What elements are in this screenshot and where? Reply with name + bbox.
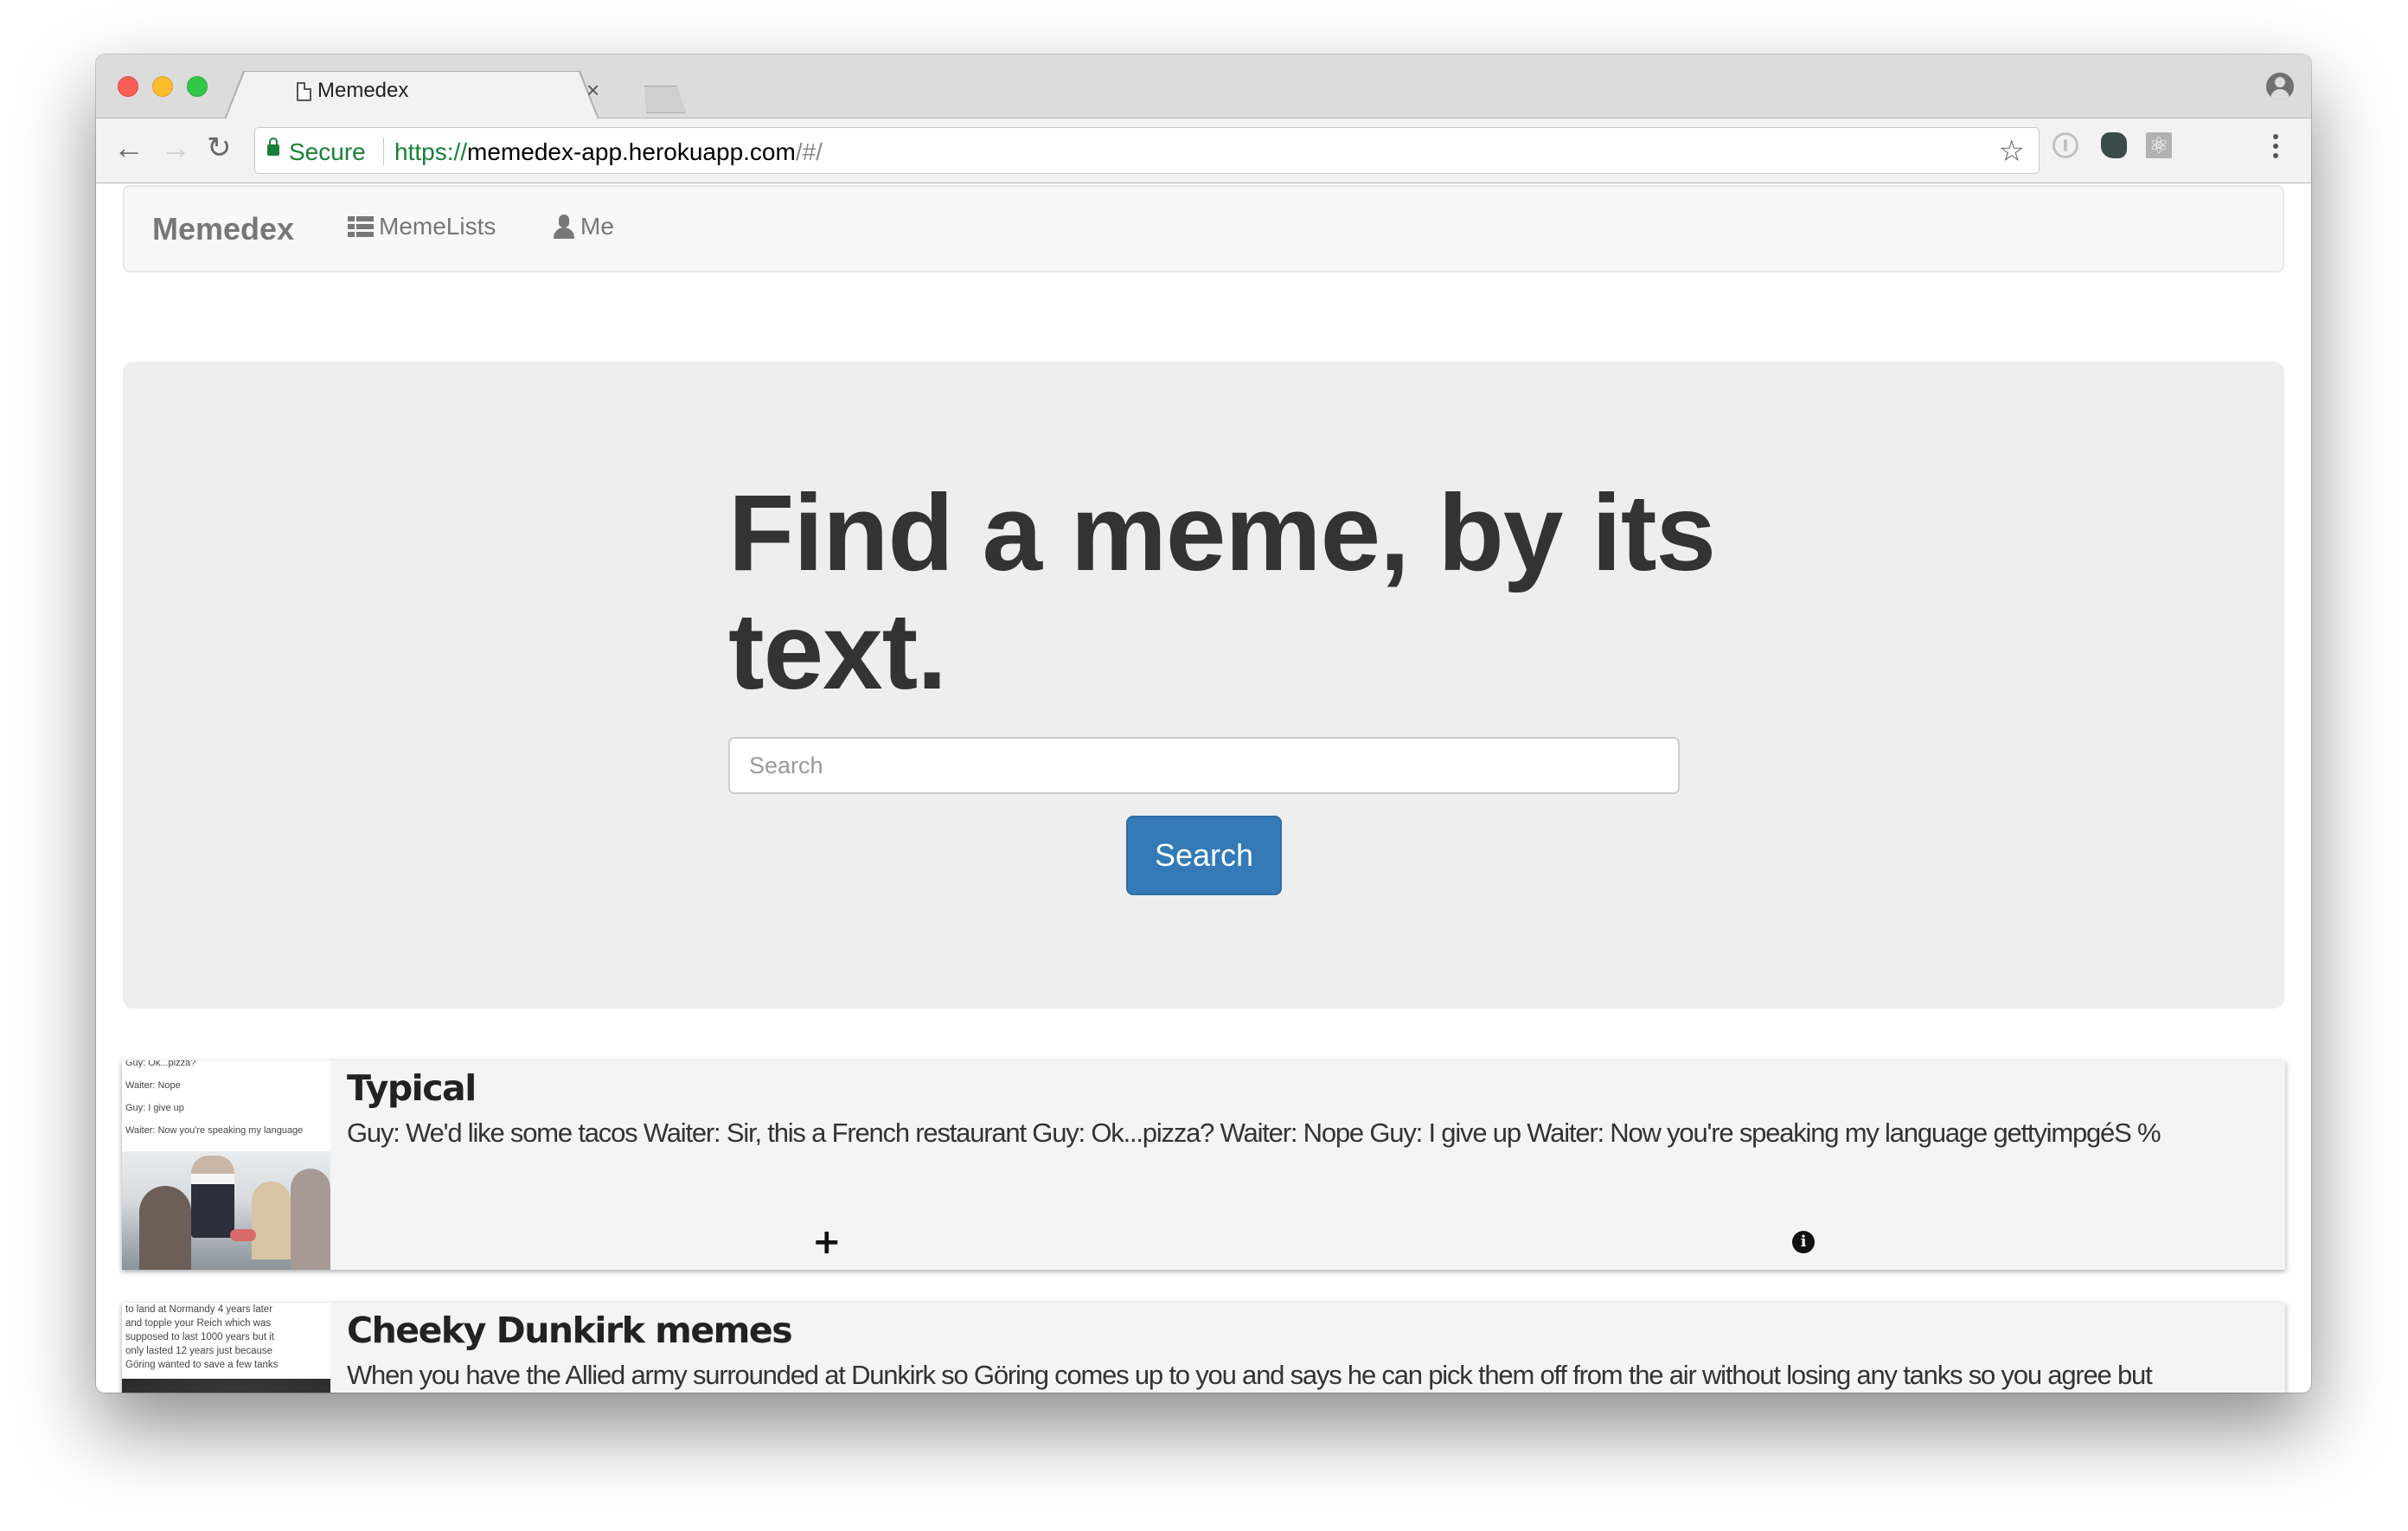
user-icon (553, 215, 575, 239)
1password-extension-icon[interactable] (2053, 132, 2078, 158)
page-content: Memedex MemeLists Me Find a meme, by its… (96, 183, 2311, 1393)
app-navbar: Memedex MemeLists Me (123, 185, 2284, 272)
card-title: Typical (347, 1067, 477, 1109)
card-body: Typical Guy: We'd like some tacos Waiter… (347, 1064, 2199, 1154)
close-window-button[interactable] (118, 76, 138, 97)
hero-jumbotron: Find a meme, by its text. Search (123, 362, 2284, 1009)
reload-icon[interactable]: ↻ (207, 131, 232, 165)
card-text: When you have the Allied army surrounded… (347, 1360, 2153, 1390)
address-bar[interactable]: Secure https://memedex-app.herokuapp.com… (254, 127, 2040, 174)
thumb-caption-line: to land at Normandy 4 years later (125, 1304, 273, 1315)
bookmark-star-icon[interactable]: ☆ (1999, 134, 2025, 169)
meme-result-card[interactable]: to land at Normandy 4 years later and to… (122, 1303, 2285, 1393)
maximize-window-button[interactable] (187, 76, 208, 97)
thumb-caption-line: Waiter: Nope (125, 1080, 181, 1091)
tab-memedex[interactable] (226, 72, 598, 119)
thumb-photo (122, 1379, 330, 1393)
card-text: Guy: We'd like some tacos Waiter: Sir, t… (347, 1118, 2161, 1148)
profile-icon[interactable] (2266, 73, 2294, 100)
hero-title: Find a meme, by its text. (728, 473, 1716, 712)
url-host: memedex-app.herokuapp.com (467, 138, 796, 165)
brand-link[interactable]: Memedex (152, 211, 294, 247)
new-tab-button[interactable] (644, 86, 686, 113)
meme-result-card[interactable]: Guy: Ok...pizza? Waiter: Nope Guy: I giv… (122, 1060, 2285, 1270)
meme-thumbnail[interactable]: to land at Normandy 4 years later and to… (122, 1303, 330, 1393)
card-title: Cheeky Dunkirk memes (347, 1310, 793, 1351)
nav-memelists[interactable]: MemeLists (348, 213, 496, 240)
secure-label: Secure (289, 138, 366, 165)
minimize-window-button[interactable] (152, 76, 173, 97)
thumb-caption-line: Guy: Ok...pizza? (125, 1060, 196, 1068)
tab-title: Memedex (317, 79, 409, 102)
address-separator (383, 138, 384, 165)
browser-window: Memedex × ← → ↻ Secure https://memedex-a… (96, 54, 2311, 1393)
lock-icon (267, 138, 279, 156)
thumb-caption-line: only lasted 12 years just because (125, 1346, 273, 1356)
forward-icon[interactable]: → (160, 131, 191, 165)
tab-close-icon[interactable]: × (586, 77, 599, 104)
nav-memelists-label: MemeLists (379, 213, 496, 240)
url-text[interactable]: https://memedex-app.herokuapp.com/#/ (394, 138, 823, 166)
info-icon[interactable]: i (1792, 1231, 1815, 1253)
back-icon[interactable]: ← (113, 131, 144, 165)
search-button[interactable]: Search (1126, 816, 1282, 895)
url-scheme: https:// (394, 138, 468, 165)
add-to-list-plus-icon[interactable]: + (812, 1225, 842, 1259)
thumb-caption-line: Göring wanted to save a few tanks (125, 1360, 279, 1370)
thumb-caption-line: supposed to last 1000 years but it (125, 1332, 274, 1342)
evernote-extension-icon[interactable] (2101, 132, 2127, 158)
nav-me[interactable]: Me (553, 213, 614, 240)
browser-toolbar: ← → ↻ Secure https://memedex-app.herokua… (96, 119, 2311, 183)
list-icon (348, 215, 374, 238)
browser-menu-icon[interactable] (2273, 134, 2278, 165)
search-input[interactable] (728, 737, 1680, 794)
url-path: /#/ (795, 138, 823, 165)
react-atom-icon: ⚛ (2149, 132, 2169, 158)
page-icon (297, 82, 311, 101)
react-devtools-extension-icon[interactable]: ⚛ (2146, 132, 2172, 158)
thumb-caption-line: Guy: I give up (125, 1103, 184, 1113)
tab-bar: Memedex × (96, 54, 2311, 119)
card-body: Cheeky Dunkirk memes When you have the A… (347, 1306, 2199, 1393)
thumb-photo (122, 1151, 330, 1270)
thumb-caption-line: Waiter: Now you're speaking my language (125, 1125, 304, 1136)
nav-me-label: Me (580, 213, 614, 240)
meme-thumbnail[interactable]: Guy: Ok...pizza? Waiter: Nope Guy: I giv… (122, 1060, 330, 1270)
thumb-caption-line: and topple your Reich which was (125, 1318, 272, 1329)
